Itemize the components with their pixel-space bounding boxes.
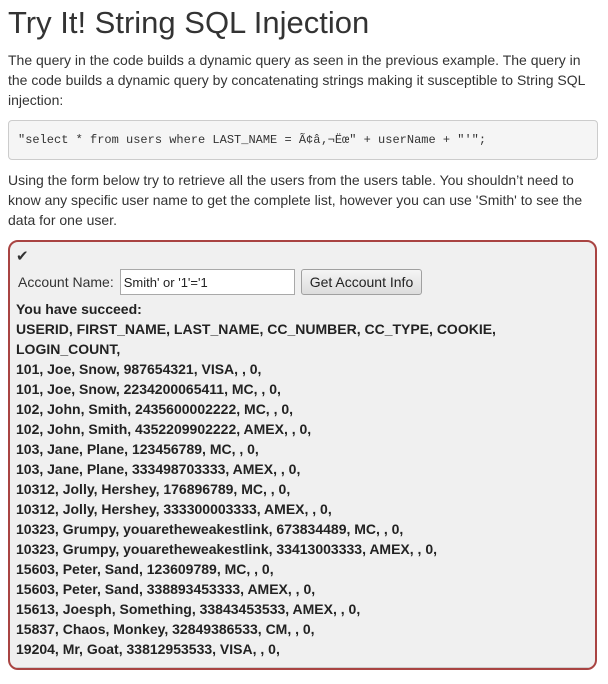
account-name-label: Account Name: [18, 274, 114, 290]
result-line: LOGIN_COUNT, [16, 341, 121, 357]
success-message: You have succeed: [16, 301, 142, 317]
result-line: 19204, Mr, Goat, 33812953533, VISA, , 0, [16, 641, 280, 657]
get-account-info-button[interactable]: Get Account Info [300, 269, 423, 295]
result-line: 15603, Peter, Sand, 338893453333, AMEX, … [16, 581, 316, 597]
result-line: 10312, Jolly, Hershey, 333300003333, AME… [16, 501, 332, 517]
result-line: 15613, Joesph, Something, 33843453533, A… [16, 601, 361, 617]
result-line: 103, Jane, Plane, 333498703333, AMEX, , … [16, 461, 301, 477]
account-form: Account Name: Get Account Info [18, 269, 423, 295]
checkmark-icon: ✔ [16, 248, 29, 265]
code-snippet: "select * from users where LAST_NAME = Ã… [8, 120, 598, 160]
lesson-page: Try It! String SQL Injection The query i… [0, 0, 608, 684]
result-line: 15837, Chaos, Monkey, 32849386533, CM, ,… [16, 621, 315, 637]
attack-panel: ✔ Account Name: Get Account Info You hav… [8, 240, 597, 670]
result-line: USERID, FIRST_NAME, LAST_NAME, CC_NUMBER… [16, 321, 496, 337]
result-line: 103, Jane, Plane, 123456789, MC, , 0, [16, 441, 259, 457]
result-line: 101, Joe, Snow, 987654321, VISA, , 0, [16, 361, 262, 377]
page-title: Try It! String SQL Injection [8, 5, 370, 40]
query-output: You have succeed: USERID, FIRST_NAME, LAS… [16, 299, 586, 659]
lesson-intro: The query in the code builds a dynamic q… [8, 52, 585, 108]
result-line: 10323, Grumpy, youaretheweakestlink, 673… [16, 521, 404, 537]
result-line: 102, John, Smith, 2435600002222, MC, , 0… [16, 401, 294, 417]
account-name-input[interactable] [119, 269, 295, 295]
result-line: 10323, Grumpy, youaretheweakestlink, 334… [16, 541, 438, 557]
output-divider [16, 667, 589, 668]
result-line: 102, John, Smith, 4352209902222, AMEX, ,… [16, 421, 312, 437]
lesson-instructions: Using the form below try to retrieve all… [8, 172, 583, 228]
result-line: 10312, Jolly, Hershey, 176896789, MC, , … [16, 481, 291, 497]
result-line: 101, Joe, Snow, 2234200065411, MC, , 0, [16, 381, 281, 397]
result-line: 15603, Peter, Sand, 123609789, MC, , 0, [16, 561, 274, 577]
